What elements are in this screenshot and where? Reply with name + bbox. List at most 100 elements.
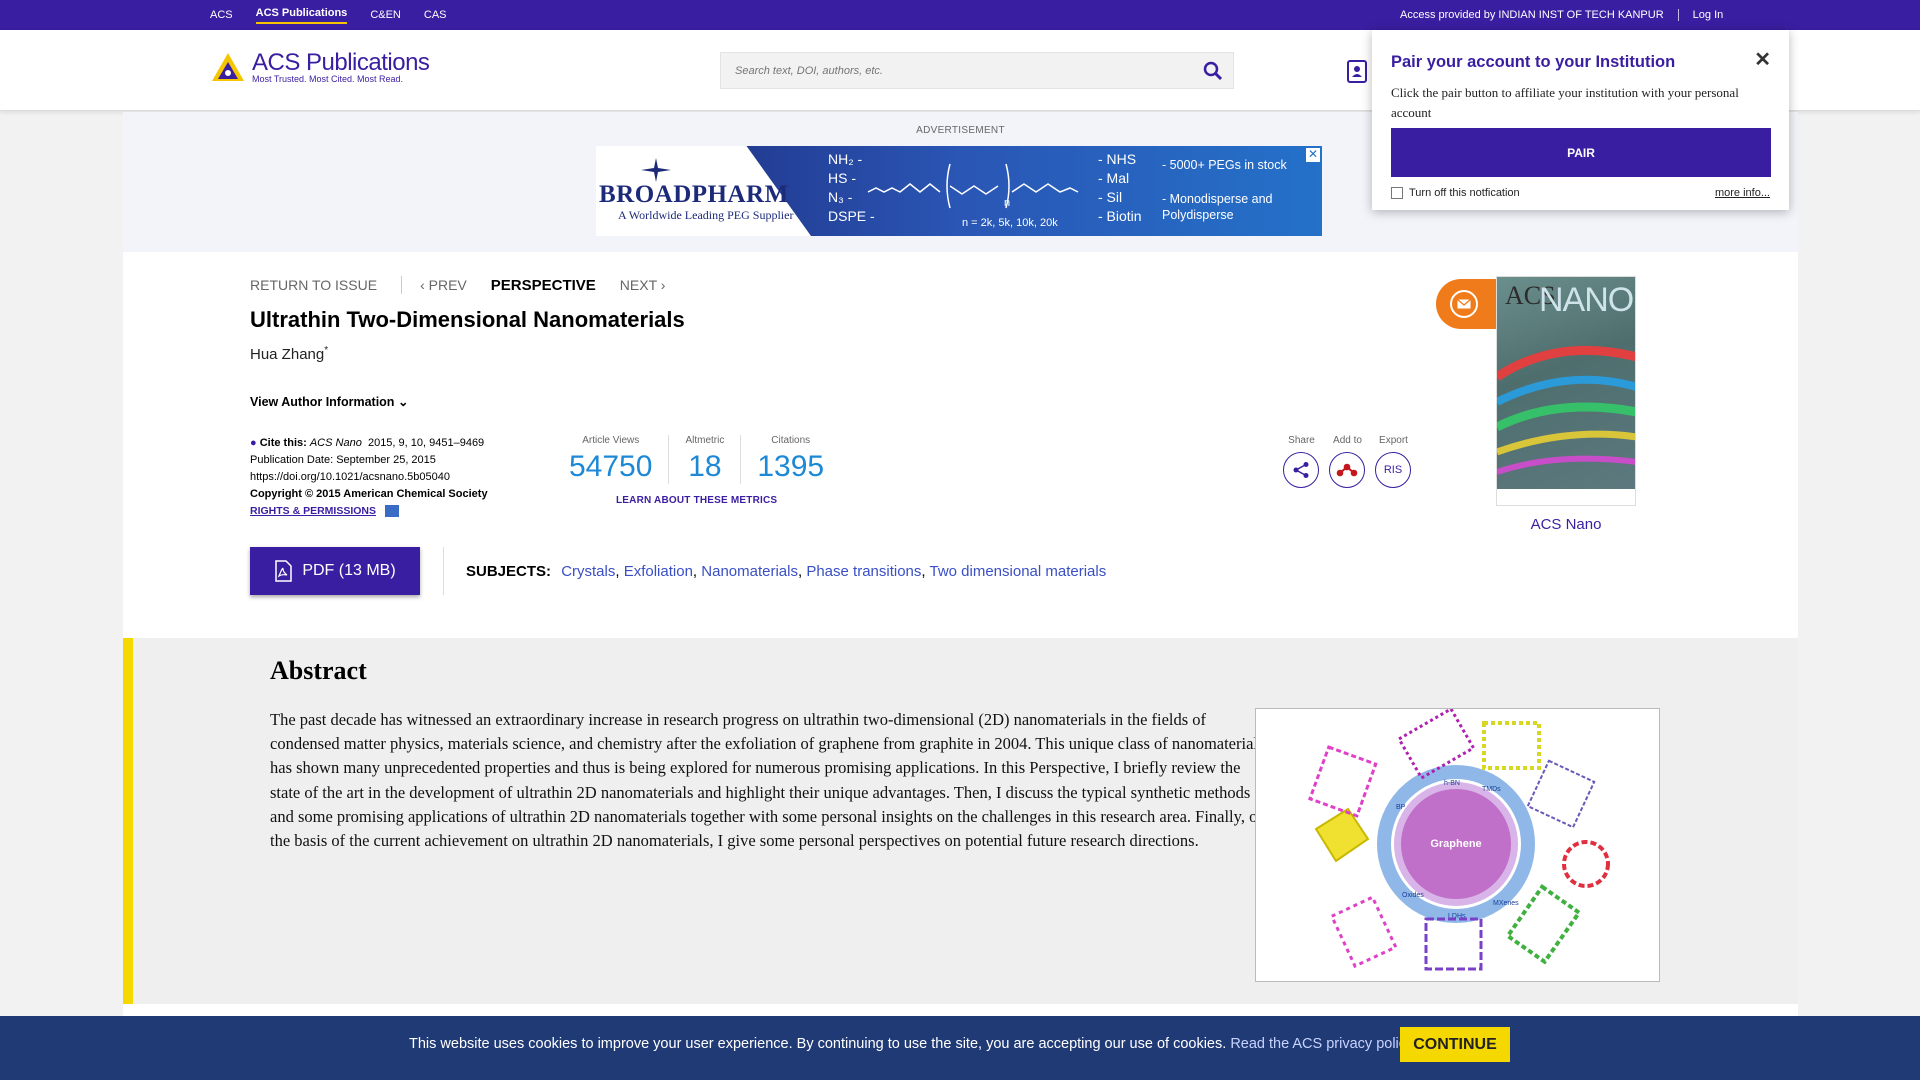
- abstract-section: Abstract The past decade has witnessed a…: [123, 638, 1798, 1004]
- login-link[interactable]: Log In: [1693, 9, 1724, 21]
- top-nav-bar: ACS ACS Publications C&EN CAS Access pro…: [0, 0, 1920, 30]
- continue-button[interactable]: CONTINUE: [1400, 1027, 1510, 1062]
- logo-name: ACS Publications: [252, 49, 430, 76]
- ad-feature-2: - Monodisperse and Polydisperse: [1162, 192, 1273, 222]
- metric-citations[interactable]: Citations 1395: [741, 435, 840, 484]
- turn-off-checkbox[interactable]: [1391, 187, 1403, 199]
- chevron-right-icon: ›: [656, 277, 666, 293]
- toc-ring-label: MXenes: [1493, 900, 1519, 907]
- ad-n-values: n = 2k, 5k, 10k, 20k: [962, 217, 1058, 229]
- top-link-cas[interactable]: CAS: [424, 9, 447, 21]
- pdf-icon: [275, 560, 293, 582]
- subject-link[interactable]: Phase transitions: [806, 563, 921, 580]
- comma: ,: [692, 563, 702, 580]
- chevron-left-icon: ‹: [420, 277, 429, 293]
- check-circle-icon: ●: [250, 437, 257, 449]
- ad-right-group-3: - Sil: [1098, 189, 1123, 205]
- email-alert-button[interactable]: [1436, 279, 1498, 329]
- cover-artwork: [1497, 345, 1635, 505]
- ad-close-icon[interactable]: ✕: [1306, 148, 1320, 162]
- share-button[interactable]: [1283, 452, 1319, 488]
- share-icon: [1293, 462, 1309, 478]
- prev-link[interactable]: ‹ PREV: [420, 277, 467, 293]
- publication-date: Publication Date: September 25, 2015: [250, 454, 436, 466]
- prev-label: PREV: [428, 277, 467, 293]
- metric-altmetric[interactable]: Altmetric 18: [669, 435, 742, 484]
- article-tools: Share Add to Export RIS: [1283, 435, 1412, 488]
- toc-ring-label: Oxides: [1402, 892, 1424, 899]
- toc-graphic[interactable]: Graphene h-BN TMDs LDHs MXenes Oxides BP: [1255, 706, 1660, 982]
- subject-link[interactable]: Two dimensional materials: [929, 563, 1106, 580]
- more-info-link[interactable]: more info...: [1715, 187, 1770, 199]
- ad-left-group-2: HS -: [828, 170, 856, 186]
- doi-link[interactable]: https://doi.org/10.1021/acsnano.5b05040: [250, 469, 488, 486]
- cite-journal: ACS Nano: [309, 437, 362, 449]
- top-link-acs-publications[interactable]: ACS Publications: [255, 7, 348, 24]
- close-icon[interactable]: ✕: [1754, 47, 1771, 72]
- article-header: RETURN TO ISSUE ‹ PREV PERSPECTIVE NEXT …: [123, 252, 1798, 638]
- ad-banner[interactable]: BROADPHARM A Worldwide Leading PEG Suppl…: [596, 146, 1322, 236]
- access-text: Access provided by INDIAN INST OF TECH K…: [1400, 9, 1664, 21]
- subjects-label: SUBJECTS:: [466, 563, 552, 580]
- subject-link[interactable]: Exfoliation: [624, 563, 693, 580]
- ad-n-label: n: [1004, 197, 1011, 209]
- learn-metrics-link[interactable]: LEARN ABOUT THESE METRICS: [616, 495, 777, 506]
- top-link-acs[interactable]: ACS: [210, 9, 233, 21]
- metric-views: Article Views 54750: [553, 435, 670, 484]
- journal-cover-image: ACS NANO: [1496, 276, 1636, 506]
- view-author-label: View Author Information: [250, 395, 395, 409]
- pdf-download-button[interactable]: PDF (13 MB): [250, 547, 420, 595]
- ad-left-group-3: N₃ -: [828, 189, 853, 205]
- ad-feature-1: - 5000+ PEGs in stock: [1162, 158, 1287, 172]
- abstract-heading: Abstract: [270, 656, 367, 685]
- rights-permissions-link[interactable]: RIGHTS & PERMISSIONS: [250, 505, 376, 517]
- tool-label: Share: [1288, 435, 1315, 446]
- subject-link[interactable]: Nanomaterials: [701, 563, 798, 580]
- top-link-cen[interactable]: C&EN: [370, 9, 401, 21]
- privacy-policy-link[interactable]: Read the ACS privacy policy: [1230, 1036, 1412, 1052]
- id-card-icon[interactable]: [1346, 58, 1368, 84]
- ad-brand-sub: A Worldwide Leading PEG Supplier: [618, 208, 794, 222]
- search-input[interactable]: [721, 53, 1181, 88]
- search-icon[interactable]: [1203, 61, 1223, 81]
- toc-ring-label: h-BN: [1444, 780, 1460, 787]
- turn-off-notification[interactable]: Turn off this notfication: [1391, 187, 1520, 199]
- rights-row: RIGHTS & PERMISSIONS: [250, 503, 488, 520]
- journal-caption[interactable]: ACS Nano: [1496, 516, 1636, 533]
- journal-cover[interactable]: ACS NANO: [1496, 276, 1636, 506]
- logo-tagline: Most Trusted. Most Cited. Most Read.: [252, 74, 404, 84]
- rightslink-icon[interactable]: [385, 505, 400, 518]
- export-ris-button[interactable]: RIS: [1375, 452, 1411, 488]
- article-type: PERSPECTIVE: [490, 276, 596, 294]
- cite-line: ● Cite this: ACS Nano 2015, 9, 10, 9451–…: [250, 435, 488, 452]
- subject-link[interactable]: Crystals: [561, 563, 615, 580]
- ad-right-group-4: - Biotin: [1098, 208, 1142, 224]
- popup-description: Click the pair button to affiliate your …: [1391, 85, 1739, 120]
- ad-right-group-2: - Mal: [1098, 170, 1130, 186]
- access-info: Access provided by INDIAN INST OF TECH K…: [1400, 0, 1723, 30]
- issue-nav: RETURN TO ISSUE ‹ PREV PERSPECTIVE NEXT …: [250, 276, 689, 294]
- next-label: NEXT: [619, 277, 657, 293]
- metric-value: 54750: [569, 450, 653, 483]
- pair-button[interactable]: PAIR: [1391, 128, 1771, 177]
- metric-value: 18: [688, 450, 722, 483]
- next-link[interactable]: NEXT ›: [620, 277, 666, 293]
- metric-label: Article Views: [582, 435, 640, 446]
- article-metrics: Article Views 54750 Altmetric 18 Citatio…: [553, 435, 840, 484]
- toc-ring-label: BP: [1396, 804, 1406, 811]
- acs-logo-icon: [212, 53, 244, 81]
- cover-title-b: NANO: [1539, 281, 1634, 319]
- article-title: Ultrathin Two-Dimensional Nanomaterials: [250, 307, 685, 332]
- turn-off-label: Turn off this notfication: [1409, 187, 1520, 199]
- add-to-mendeley-button[interactable]: [1329, 452, 1365, 488]
- ad-brand: BROADPHARM: [599, 181, 789, 208]
- chevron-down-icon: ⌄: [397, 395, 409, 409]
- return-to-issue-link[interactable]: RETURN TO ISSUE: [250, 277, 377, 293]
- author-label: Hua Zhang: [250, 346, 325, 363]
- view-author-info-toggle[interactable]: View Author Information ⌄: [250, 394, 408, 409]
- cite-ref: 2015, 9, 10, 9451–9469: [367, 437, 485, 449]
- acs-logo[interactable]: ACS Publications Most Trusted. Most Cite…: [210, 49, 430, 86]
- author-name[interactable]: Hua Zhang*: [250, 345, 328, 363]
- share-tool: Share: [1283, 435, 1320, 488]
- divider: [401, 276, 403, 294]
